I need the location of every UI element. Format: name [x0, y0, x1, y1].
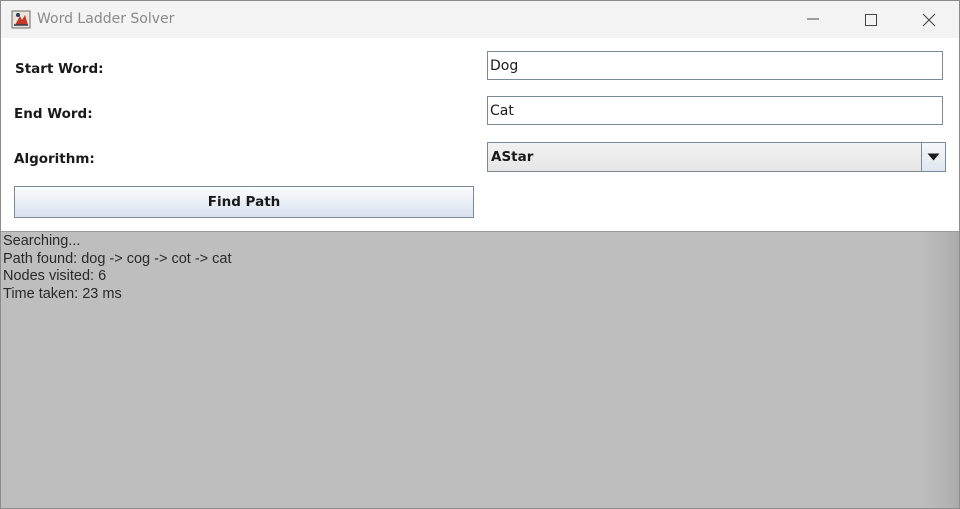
- output-line: Nodes visited: 6: [3, 268, 107, 284]
- output-area[interactable]: Searching... Path found: dog -> cog -> c…: [1, 231, 959, 508]
- close-button[interactable]: [900, 1, 958, 38]
- algorithm-selected-value: AStar: [491, 149, 534, 165]
- chevron-down-icon: [927, 153, 940, 161]
- algorithm-label: Algorithm:: [14, 151, 95, 167]
- title-bar[interactable]: Word Ladder Solver: [1, 1, 959, 38]
- maximize-icon: [865, 14, 877, 26]
- input-form: Start Word: Dog End Word: Cat Algorithm:…: [1, 38, 959, 231]
- output-line: Path found: dog -> cog -> cot -> cat: [3, 251, 232, 267]
- window-title: Word Ladder Solver: [37, 11, 175, 27]
- minimize-icon: [807, 18, 819, 20]
- find-path-button[interactable]: Find Path: [14, 186, 474, 218]
- app-window: Word Ladder Solver Start Word: Dog End W…: [0, 0, 960, 509]
- algorithm-select[interactable]: AStar: [487, 142, 946, 172]
- end-word-label: End Word:: [14, 106, 93, 122]
- minimize-button[interactable]: [784, 1, 842, 38]
- maximize-button[interactable]: [842, 1, 900, 38]
- output-line: Time taken: 23 ms: [3, 286, 122, 302]
- dropdown-arrow-button[interactable]: [921, 143, 945, 171]
- start-word-label: Start Word:: [15, 61, 104, 77]
- output-line: Searching...: [3, 233, 81, 249]
- close-icon: [922, 13, 936, 27]
- end-word-field[interactable]: Cat: [487, 96, 943, 125]
- java-app-icon[interactable]: [11, 10, 31, 29]
- start-word-field[interactable]: Dog: [487, 51, 943, 80]
